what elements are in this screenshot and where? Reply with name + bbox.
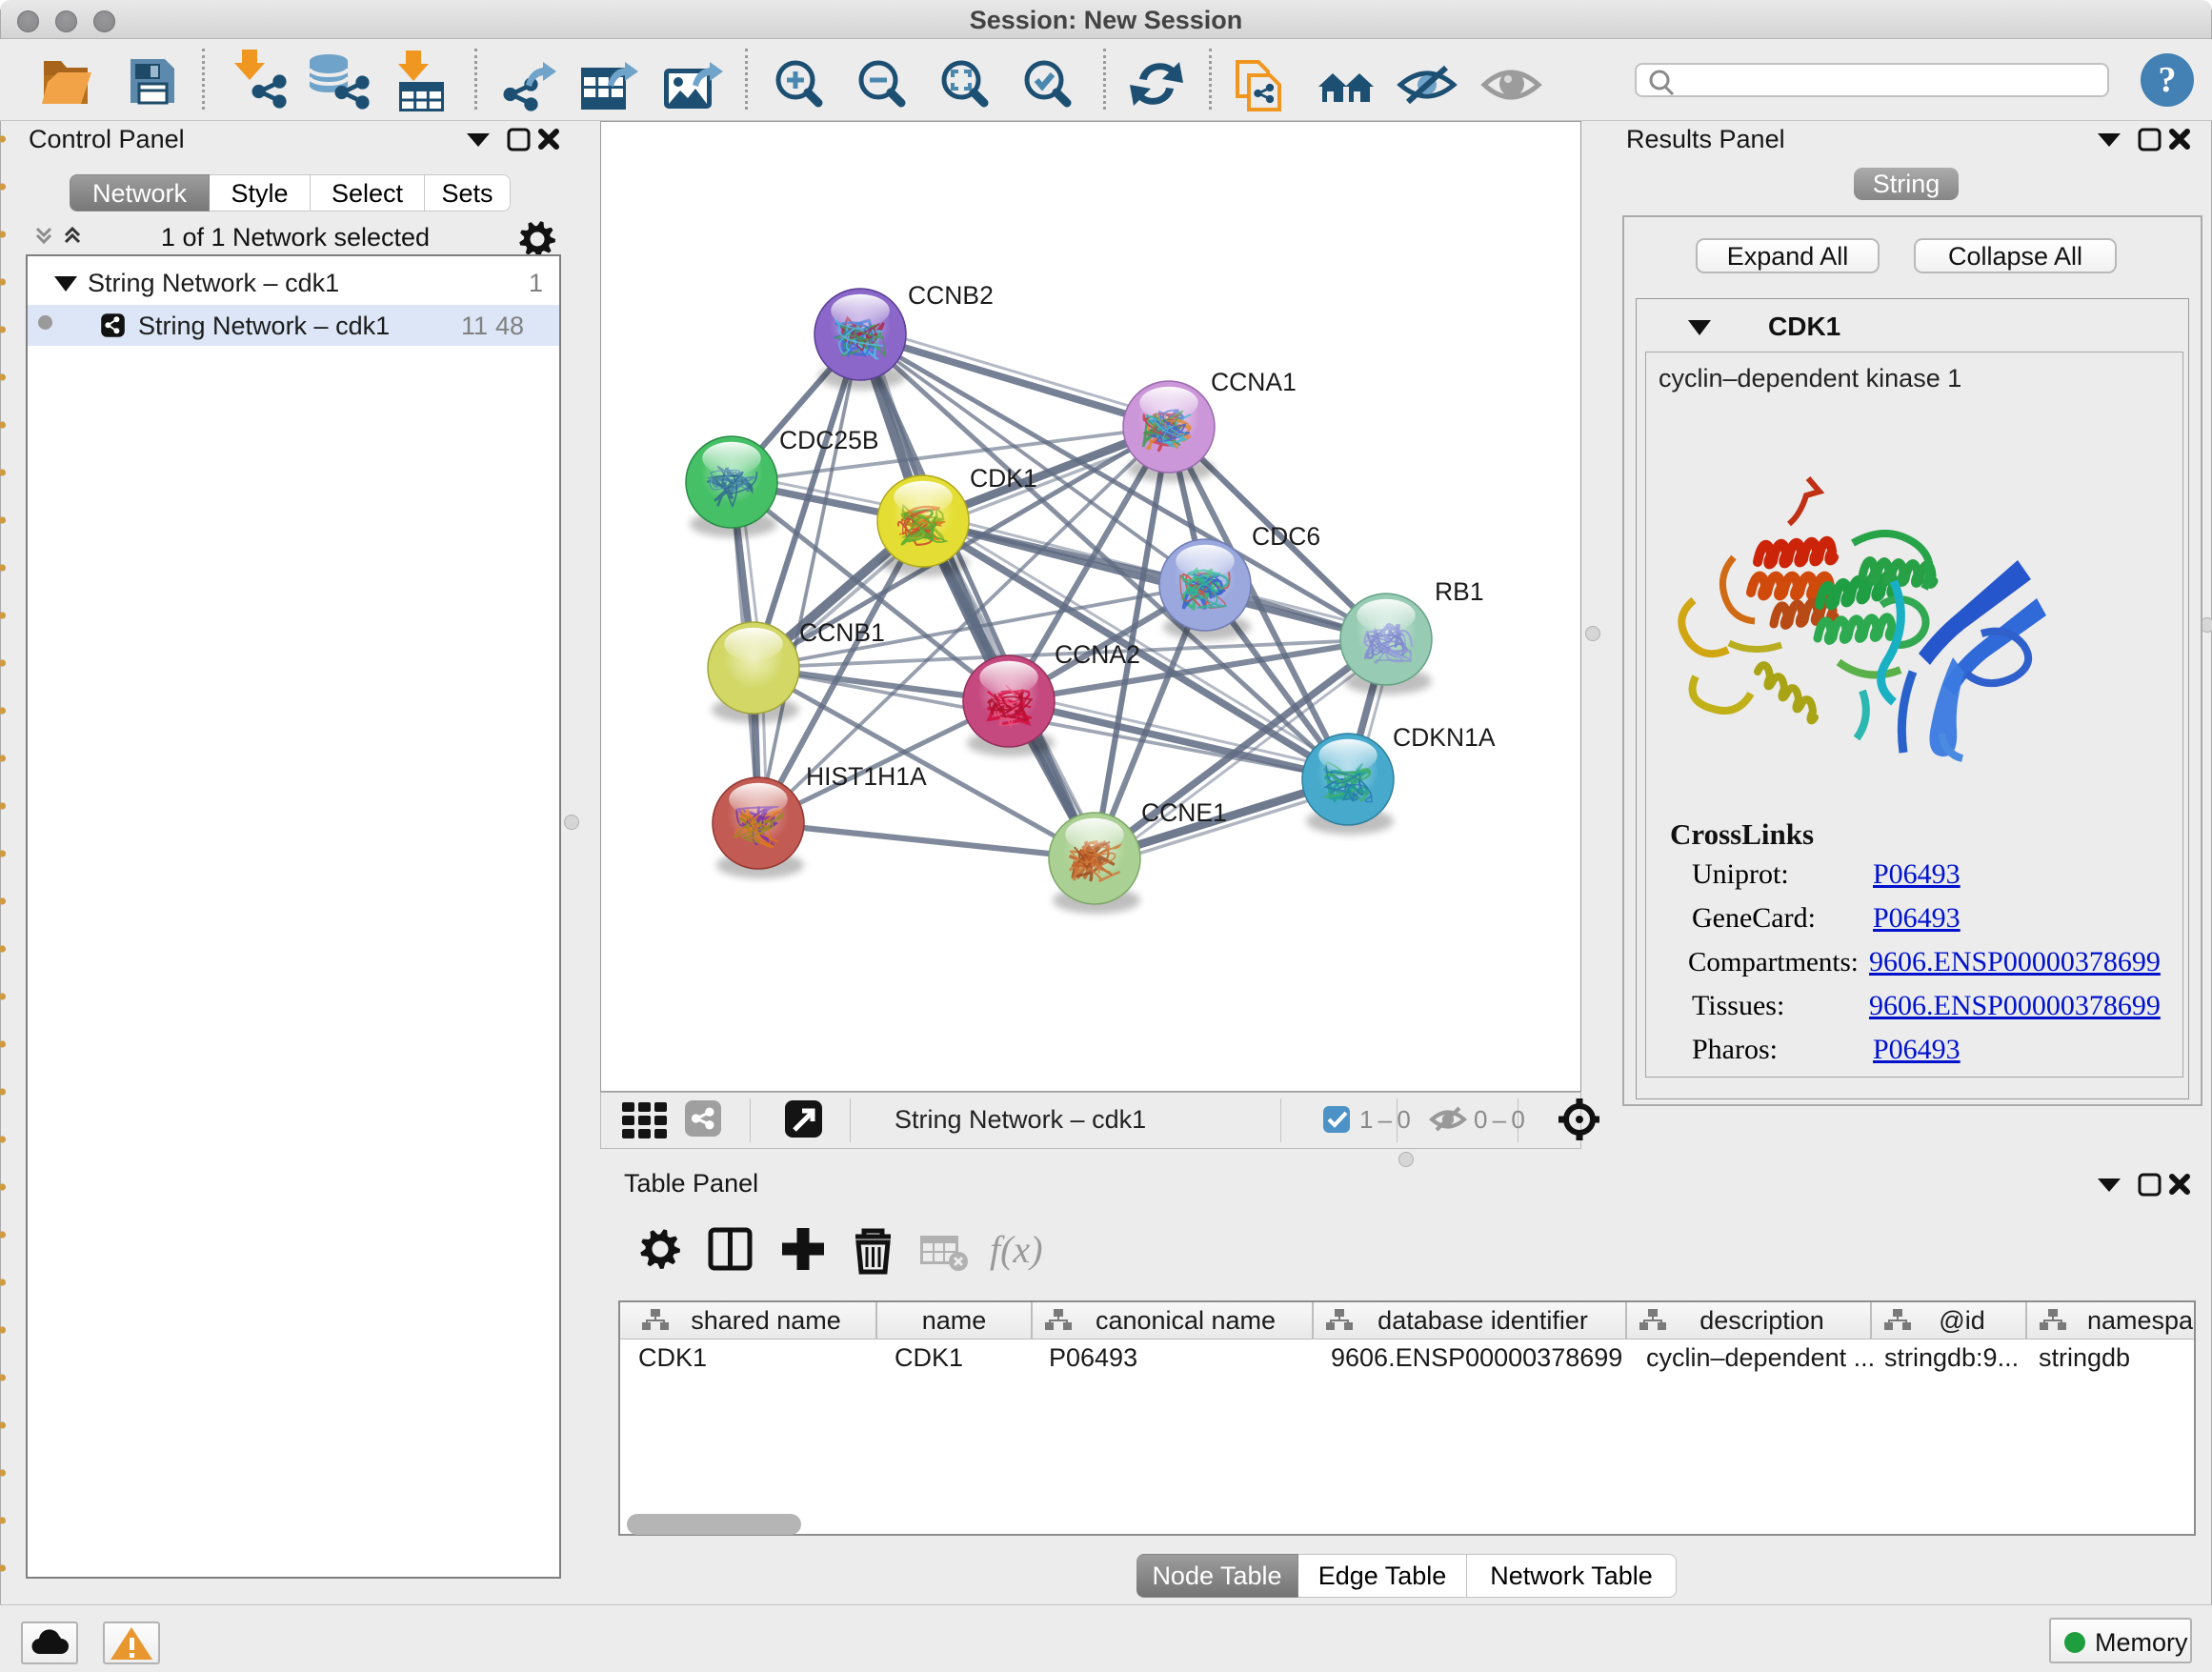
svg-text:f(x): f(x) bbox=[990, 1228, 1043, 1271]
svg-text:CCNA1: CCNA1 bbox=[1211, 368, 1297, 396]
svg-text:String Network – cdk1: String Network – cdk1 bbox=[895, 1105, 1146, 1134]
svg-text:database identifier: database identifier bbox=[1377, 1306, 1588, 1335]
svg-text:shared name: shared name bbox=[691, 1306, 841, 1335]
svg-text:?: ? bbox=[2159, 60, 2177, 100]
svg-text:CCNE1: CCNE1 bbox=[1141, 798, 1227, 827]
svg-text:namespace: namespace bbox=[2087, 1306, 2194, 1335]
svg-text:CDK1: CDK1 bbox=[970, 464, 1037, 493]
svg-text:CDC25B: CDC25B bbox=[779, 426, 879, 454]
svg-text:CCNB1: CCNB1 bbox=[799, 618, 885, 647]
svg-text:HIST1H1A: HIST1H1A bbox=[806, 762, 927, 791]
svg-text:CCNB2: CCNB2 bbox=[908, 281, 994, 310]
svg-text:CDKN1A: CDKN1A bbox=[1393, 723, 1496, 752]
svg-text:RB1: RB1 bbox=[1435, 577, 1484, 606]
svg-text:CDC6: CDC6 bbox=[1252, 522, 1320, 551]
svg-text:CCNA2: CCNA2 bbox=[1055, 640, 1140, 669]
svg-text:canonical name: canonical name bbox=[1096, 1306, 1276, 1335]
svg-text:name: name bbox=[922, 1306, 987, 1335]
svg-text:@id: @id bbox=[1939, 1306, 1984, 1335]
svg-text:1 – 0: 1 – 0 bbox=[1359, 1105, 1411, 1134]
svg-text:0 – 0: 0 – 0 bbox=[1474, 1105, 1525, 1134]
svg-text:description: description bbox=[1699, 1306, 1824, 1335]
